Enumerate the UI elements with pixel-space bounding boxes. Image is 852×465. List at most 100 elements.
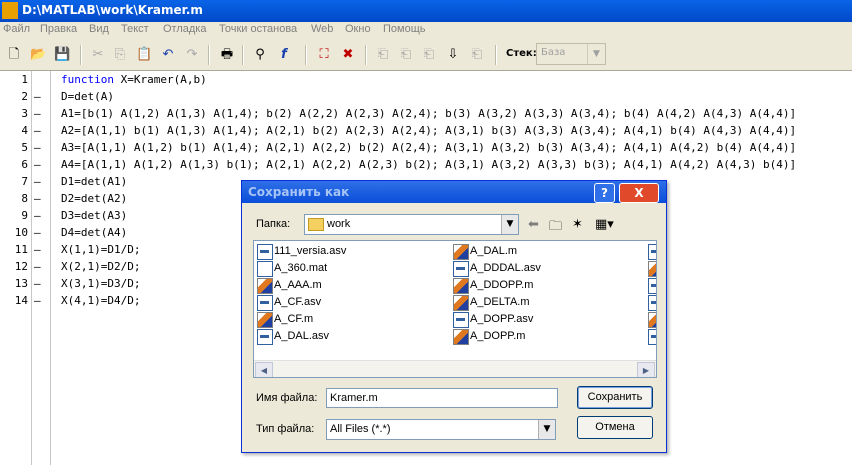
menu-view[interactable]: Вид — [89, 23, 109, 35]
toolbar-separator — [495, 45, 497, 65]
clear-breakpoints-icon[interactable]: ✖ — [340, 47, 356, 63]
executable-line-marker[interactable]: – — [34, 277, 41, 290]
scroll-left-icon[interactable]: ◀ — [255, 362, 273, 377]
view-menu-icon[interactable]: ▦▾ — [595, 217, 614, 232]
code-line[interactable]: A1=[b(1) A(1,2) A(1,3) A(1,4); b(2) A(2,… — [61, 107, 796, 120]
help-button[interactable]: ? — [594, 183, 615, 203]
line-number: 10 — [14, 226, 28, 239]
menu-breakpoints[interactable]: Точки останова — [219, 23, 297, 35]
file-list[interactable]: 111_versia.asv A_360.mat A_AAA.m A_CF.as… — [253, 240, 657, 378]
back-arrow-icon[interactable]: ⬅ — [528, 217, 539, 232]
chevron-down-icon[interactable]: ▼ — [587, 44, 605, 64]
m-file-icon — [257, 312, 273, 328]
matlab-app-icon — [2, 2, 18, 19]
redo-icon[interactable]: ↷ — [184, 47, 200, 63]
line-number: 13 — [14, 277, 28, 290]
menu-edit[interactable]: Правка — [40, 23, 77, 35]
asv-file-icon — [648, 278, 656, 294]
undo-icon[interactable]: ↶ — [160, 47, 176, 63]
menu-debug[interactable]: Отладка — [163, 23, 206, 35]
save-as-dialog: Сохранить как ? X Папка: work ▼ ⬅ 🗀 ✶ ▦▾… — [241, 180, 667, 453]
new-file-icon[interactable]: 🗋 — [6, 47, 22, 63]
menu-web[interactable]: Web — [311, 23, 333, 35]
executable-line-marker[interactable]: – — [34, 260, 41, 273]
copy-icon[interactable]: ⎘ — [112, 47, 128, 63]
code-line[interactable]: X(4,1)=D4/D; — [61, 294, 140, 307]
menu-window[interactable]: Окно — [345, 23, 371, 35]
step-icon[interactable]: ⎗ — [375, 47, 391, 63]
code-line[interactable]: X(2,1)=D2/D; — [61, 260, 140, 273]
folder-select[interactable]: work ▼ — [304, 214, 519, 235]
code-line[interactable]: D4=det(A4) — [61, 226, 127, 239]
toolbar: 🗋 📂 💾 ✂ ⎘ 📋 ↶ ↷ 🖶 ⚲ f ⛶ ✖ ⎗ ⎗ ⎗ ⇩ ⎗ Стек… — [0, 39, 852, 71]
open-folder-icon[interactable]: 📂 — [30, 47, 46, 63]
code-line[interactable]: A3=[A(1,1) A(1,2) b(1) A(1,4); A(2,1) A(… — [61, 141, 796, 154]
code-line[interactable]: X(1,1)=D1/D; — [61, 243, 140, 256]
code-keyword: function — [61, 73, 114, 86]
save-icon[interactable]: 💾 — [54, 47, 70, 63]
toolbar-separator — [242, 45, 244, 65]
code-line[interactable]: X(3,1)=D3/D; — [61, 277, 140, 290]
function-icon[interactable]: f — [276, 47, 292, 63]
exit-debug-icon[interactable]: ⎗ — [469, 47, 485, 63]
filetype-select[interactable]: All Files (*.*) ▼ — [326, 419, 556, 440]
asv-file-icon — [453, 312, 469, 328]
code-line[interactable]: D3=det(A3) — [61, 209, 127, 222]
code-line[interactable]: D=det(A) — [61, 90, 114, 103]
executable-line-marker[interactable]: – — [34, 107, 41, 120]
executable-line-marker[interactable]: – — [34, 158, 41, 171]
code-line[interactable]: D1=det(A1) — [61, 175, 127, 188]
print-icon[interactable]: 🖶 — [219, 47, 235, 63]
executable-line-marker[interactable]: – — [34, 90, 41, 103]
filename-input[interactable]: Kramer.m — [326, 388, 558, 408]
toolbar-separator — [208, 45, 210, 65]
horizontal-scrollbar[interactable]: ◀ ▶ — [254, 360, 656, 377]
m-file-icon — [453, 278, 469, 294]
folder-label: Папка: — [256, 218, 291, 230]
line-number: 14 — [14, 294, 28, 307]
stack-select[interactable]: База ▼ — [536, 43, 606, 65]
executable-line-marker[interactable]: – — [34, 226, 41, 239]
window-title: D:\MATLAB\work\Kramer.m — [22, 3, 203, 17]
line-number: 3 — [21, 107, 28, 120]
new-folder-icon[interactable]: ✶ — [572, 217, 583, 232]
asv-file-icon — [648, 244, 656, 260]
continue-icon[interactable]: ⇩ — [445, 47, 461, 63]
menu-text[interactable]: Текст — [121, 23, 149, 35]
step-out-icon[interactable]: ⎗ — [421, 47, 437, 63]
code-line[interactable]: function X=Kramer(A,b) — [61, 73, 207, 86]
find-binoculars-icon[interactable]: ⚲ — [252, 47, 268, 63]
executable-line-marker[interactable]: – — [34, 192, 41, 205]
menu-file[interactable]: Файл — [3, 23, 30, 35]
close-button[interactable]: X — [619, 183, 659, 203]
save-button[interactable]: Сохранить — [577, 386, 653, 409]
filename-label: Имя файла: — [256, 392, 318, 404]
asv-file-icon — [648, 295, 656, 311]
executable-line-marker[interactable]: – — [34, 124, 41, 137]
filetype-value: All Files (*.*) — [330, 423, 391, 435]
executable-line-marker[interactable]: – — [34, 243, 41, 256]
paste-icon[interactable]: 📋 — [136, 47, 152, 63]
code-line[interactable]: A4=[A(1,1) A(1,2) A(1,3) b(1); A(2,1) A(… — [61, 158, 796, 171]
cut-icon[interactable]: ✂ — [90, 47, 106, 63]
dialog-title-bar[interactable]: Сохранить как ? X — [242, 181, 666, 203]
code-line[interactable]: D2=det(A2) — [61, 192, 127, 205]
menu-help[interactable]: Помощь — [383, 23, 426, 35]
window-title-bar[interactable]: D:\MATLAB\work\Kramer.m — [0, 0, 852, 22]
chevron-down-icon[interactable]: ▼ — [538, 420, 555, 439]
filename-value: Kramer.m — [330, 392, 378, 404]
cancel-button[interactable]: Отмена — [577, 416, 653, 439]
code-line[interactable]: A2=[A(1,1) b(1) A(1,3) A(1,4); A(2,1) b(… — [61, 124, 796, 137]
m-file-icon — [648, 261, 656, 277]
set-breakpoint-icon[interactable]: ⛶ — [316, 47, 332, 63]
stack-label: Стек: — [506, 48, 537, 59]
up-folder-icon[interactable]: 🗀 — [549, 217, 562, 239]
executable-line-marker[interactable]: – — [34, 141, 41, 154]
scroll-right-icon[interactable]: ▶ — [637, 362, 655, 377]
step-in-icon[interactable]: ⎗ — [398, 47, 414, 63]
executable-line-marker[interactable]: – — [34, 209, 41, 222]
mat-file-icon — [257, 261, 273, 277]
executable-line-marker[interactable]: – — [34, 175, 41, 188]
executable-line-marker[interactable]: – — [34, 294, 41, 307]
chevron-down-icon[interactable]: ▼ — [501, 215, 518, 234]
